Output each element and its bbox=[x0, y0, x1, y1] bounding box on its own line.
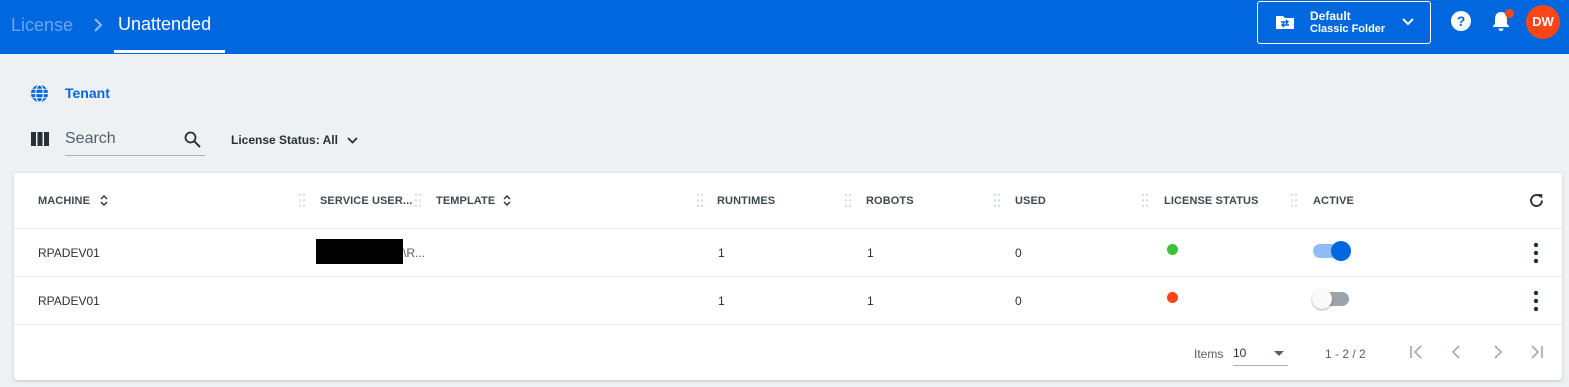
column-header-template[interactable]: TEMPLATE bbox=[436, 195, 495, 207]
license-status-indicator bbox=[1167, 244, 1178, 255]
folder-switch-icon bbox=[1276, 16, 1294, 29]
row-divider bbox=[14, 324, 1562, 325]
refresh-icon[interactable] bbox=[1528, 192, 1545, 209]
chevron-down-icon[interactable] bbox=[346, 134, 359, 147]
chevron-down-icon bbox=[1402, 18, 1414, 26]
column-resize-handle[interactable] bbox=[298, 193, 306, 208]
items-per-page-value: 10 bbox=[1233, 346, 1247, 360]
help-icon[interactable]: ? bbox=[1451, 11, 1471, 31]
license-grid: MACHINE SERVICE USER... TEMPLATE RUNTIME… bbox=[14, 173, 1562, 380]
folder-selector[interactable]: Default Classic Folder bbox=[1257, 1, 1431, 44]
robots-cell: 1 bbox=[867, 246, 874, 260]
more-actions-icon[interactable] bbox=[1532, 290, 1540, 312]
toggle-knob bbox=[1312, 289, 1332, 309]
used-cell: 0 bbox=[1015, 294, 1022, 308]
sort-icon[interactable] bbox=[503, 195, 511, 206]
column-header-runtimes[interactable]: RUNTIMES bbox=[717, 195, 775, 207]
column-header-robots[interactable]: ROBOTS bbox=[866, 195, 914, 207]
redacted-service-user bbox=[316, 239, 403, 264]
runtimes-cell: 1 bbox=[718, 294, 725, 308]
column-resize-handle[interactable] bbox=[1290, 193, 1298, 208]
page-title[interactable]: Unattended bbox=[118, 14, 211, 35]
breadcrumb-separator-icon bbox=[93, 15, 103, 40]
table-row[interactable]: RPADEV01 1 1 0 bbox=[14, 277, 1562, 325]
columns-icon[interactable] bbox=[31, 132, 49, 146]
folder-title: Default bbox=[1310, 9, 1351, 23]
more-actions-icon[interactable] bbox=[1532, 242, 1540, 264]
sort-icon[interactable] bbox=[100, 195, 108, 206]
items-per-page-select[interactable]: 10 bbox=[1233, 340, 1288, 366]
column-resize-handle[interactable] bbox=[1141, 193, 1149, 208]
tenant-label[interactable]: Tenant bbox=[65, 85, 110, 101]
column-resize-handle[interactable] bbox=[414, 193, 422, 208]
machine-cell: RPADEV01 bbox=[38, 294, 100, 308]
license-status-filter[interactable]: License Status: All bbox=[231, 133, 338, 147]
column-header-used[interactable]: USED bbox=[1015, 195, 1046, 207]
column-header-service-user[interactable]: SERVICE USER... bbox=[320, 195, 412, 207]
pagination-range: 1 - 2 / 2 bbox=[1325, 347, 1366, 361]
user-avatar[interactable]: DW bbox=[1526, 5, 1560, 39]
active-toggle[interactable] bbox=[1312, 289, 1349, 309]
service-user-cell: \R... bbox=[403, 246, 426, 260]
column-resize-handle[interactable] bbox=[844, 193, 852, 208]
breadcrumb-license[interactable]: License bbox=[11, 15, 73, 36]
active-toggle[interactable] bbox=[1313, 241, 1351, 261]
next-page-icon[interactable] bbox=[1488, 343, 1506, 361]
column-header-license-status[interactable]: LICENSE STATUS bbox=[1164, 195, 1259, 207]
folder-subtitle: Classic Folder bbox=[1310, 23, 1386, 35]
search-input[interactable]: Search bbox=[65, 126, 205, 156]
column-resize-handle[interactable] bbox=[993, 193, 1001, 208]
robots-cell: 1 bbox=[867, 294, 874, 308]
items-per-page-label: Items bbox=[1194, 347, 1224, 361]
notification-badge bbox=[1505, 9, 1514, 18]
toggle-knob bbox=[1331, 241, 1351, 261]
column-resize-handle[interactable] bbox=[696, 193, 704, 208]
runtimes-cell: 1 bbox=[718, 246, 725, 260]
first-page-icon[interactable] bbox=[1408, 343, 1426, 361]
last-page-icon[interactable] bbox=[1527, 343, 1545, 361]
globe-icon bbox=[30, 84, 49, 103]
dropdown-arrow-icon bbox=[1274, 351, 1284, 356]
previous-page-icon[interactable] bbox=[1448, 343, 1466, 361]
search-icon[interactable] bbox=[184, 131, 201, 148]
machine-cell: RPADEV01 bbox=[38, 246, 100, 260]
search-placeholder: Search bbox=[65, 130, 116, 147]
active-tab-indicator bbox=[114, 50, 225, 53]
column-header-machine[interactable]: MACHINE bbox=[38, 195, 90, 207]
used-cell: 0 bbox=[1015, 246, 1022, 260]
column-header-active[interactable]: ACTIVE bbox=[1313, 195, 1354, 207]
app-header: License Unattended Default Classic Folde… bbox=[0, 0, 1569, 54]
license-status-indicator bbox=[1167, 292, 1178, 303]
table-row[interactable]: RPADEV01 \R... 1 1 0 bbox=[14, 229, 1562, 277]
